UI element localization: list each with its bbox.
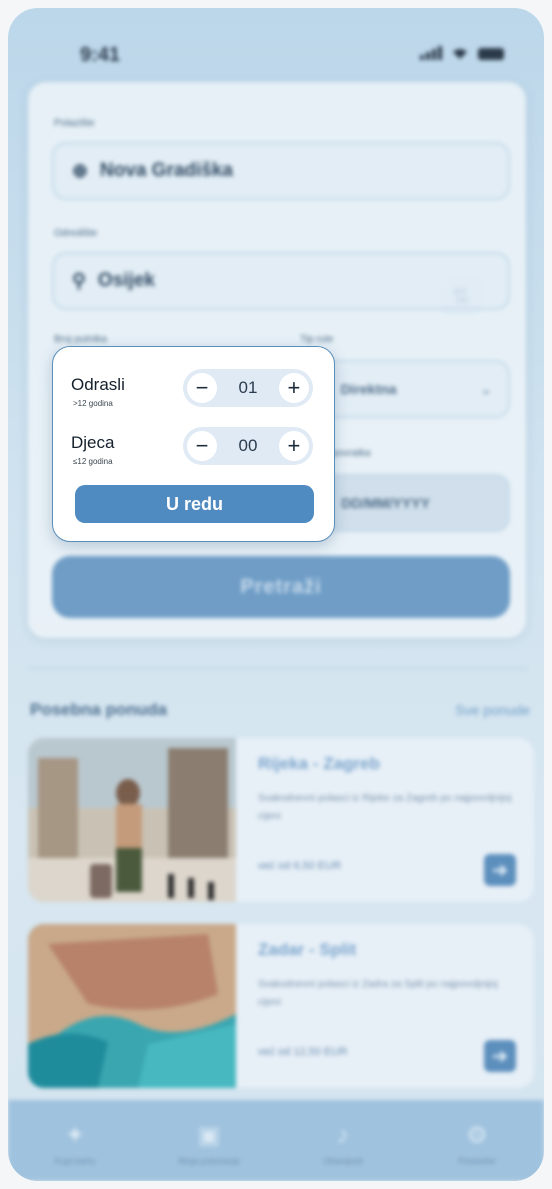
- tab-notifications[interactable]: ♪ Obavijesti: [276, 1100, 410, 1181]
- offer-price: već od 6,50 EUR: [258, 860, 342, 872]
- status-icons: [420, 46, 504, 60]
- adults-increment-button[interactable]: +: [278, 373, 309, 403]
- bus-icon: ▣: [197, 1122, 221, 1149]
- adults-label: Odrasli: [71, 375, 125, 394]
- tab-bar: ✦ Kupi kartu ▣ Moja putovanja ♪ Obavijes…: [8, 1100, 544, 1181]
- offers-title: Posebna ponuda: [30, 700, 167, 719]
- from-value: Nova Gradiška: [99, 160, 233, 181]
- offer-image: [28, 924, 236, 1088]
- to-field[interactable]: ⚲ Osijek: [52, 252, 510, 310]
- offer-route: Zadar - Split: [258, 940, 357, 959]
- tab-settings[interactable]: ⚙ Postavke: [410, 1100, 544, 1181]
- adults-decrement-button[interactable]: −: [187, 373, 217, 403]
- search-button[interactable]: Pretraži: [52, 556, 510, 618]
- gear-icon: ⚙: [466, 1122, 488, 1149]
- arrow-right-icon[interactable]: ➔: [484, 854, 516, 886]
- adults-age-hint: >12 godina: [73, 399, 113, 408]
- passenger-count-popup: Odrasli >12 godina − 01 + Djeca ≤12 godi…: [52, 346, 335, 542]
- to-value: Osijek: [97, 270, 155, 291]
- offer-price: već od 12,50 EUR: [258, 1046, 348, 1058]
- chevron-down-icon: ⌄: [480, 380, 492, 397]
- return-date-placeholder: DD/MM/YYYY: [341, 495, 430, 511]
- location-pin-icon: ⚲: [72, 270, 86, 292]
- offer-card[interactable]: Zadar - Split Svakodnevni polasci iz Zad…: [28, 924, 534, 1088]
- passengers-label: Broj putnika: [54, 334, 107, 345]
- from-field[interactable]: ⊕ Nova Gradiška: [52, 142, 510, 200]
- tab-buy-ticket[interactable]: ✦ Kupi kartu: [8, 1100, 142, 1181]
- arrow-right-icon[interactable]: ➔: [484, 1040, 516, 1072]
- status-bar: 9:41: [8, 8, 544, 88]
- background-content: 9:41 Polazište ⊕ Nova Gradiška Odredište…: [8, 8, 544, 1181]
- offer-image: [28, 738, 236, 902]
- route-type-value: Direktna: [340, 381, 397, 397]
- children-label: Djeca: [71, 433, 115, 452]
- offer-route: Rijeka - Zagreb: [258, 754, 380, 773]
- phone-screen: 9:41 Polazište ⊕ Nova Gradiška Odredište…: [8, 8, 544, 1181]
- tab-label: Postavke: [458, 1156, 496, 1166]
- tab-label: Moja putovanja: [178, 1156, 240, 1166]
- ok-button[interactable]: U redu: [75, 485, 314, 523]
- children-stepper: − 00 +: [183, 427, 313, 465]
- route-type-label: Tip rute: [300, 334, 334, 345]
- offer-card[interactable]: Rijeka - Zagreb Svakodnevni polasci iz R…: [28, 738, 534, 902]
- adults-count: 01: [238, 378, 258, 397]
- tab-my-trips[interactable]: ▣ Moja putovanja: [142, 1100, 276, 1181]
- children-increment-button[interactable]: +: [278, 431, 309, 461]
- children-count: 00: [238, 436, 258, 455]
- children-age-hint: ≤12 godina: [73, 457, 113, 466]
- wifi-icon: [453, 49, 467, 59]
- offer-description: Svakodnevni polasci iz Zadra za Split po…: [258, 979, 498, 1008]
- offer-description: Svakodnevni polasci iz Rijeke za Zagreb …: [258, 793, 512, 822]
- children-decrement-button[interactable]: −: [187, 431, 217, 461]
- adults-stepper: − 01 +: [183, 369, 313, 407]
- ticket-icon: ✦: [64, 1122, 86, 1149]
- to-label: Odredište: [54, 228, 98, 239]
- bell-icon: ♪: [337, 1122, 349, 1149]
- divider: [28, 668, 528, 669]
- see-all-offers-link[interactable]: Sve ponude: [455, 702, 530, 718]
- battery-icon: [478, 48, 504, 60]
- signal-icon: [420, 46, 442, 60]
- crosshair-icon: ⊕: [72, 160, 88, 182]
- status-time: 9:41: [80, 44, 121, 66]
- tab-label: Kupi kartu: [54, 1156, 96, 1166]
- from-label: Polazište: [54, 118, 95, 129]
- tab-label: Obavijesti: [323, 1156, 363, 1166]
